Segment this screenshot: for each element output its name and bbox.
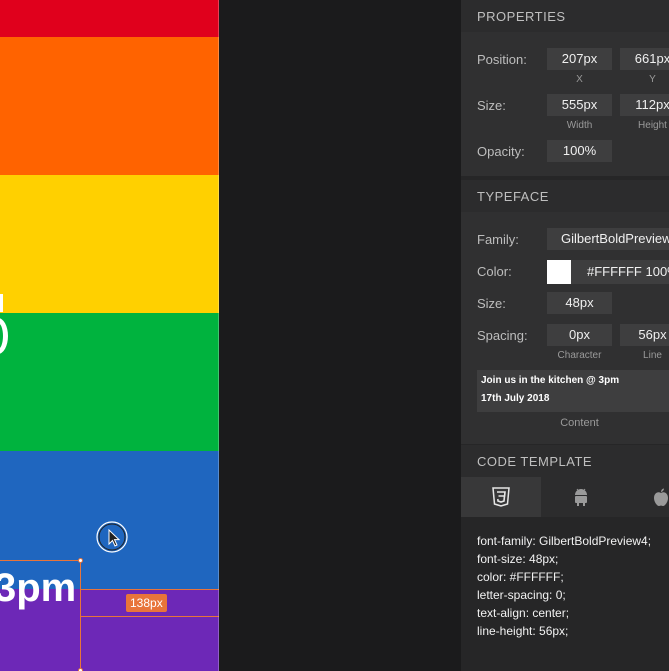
position-y-field[interactable]: 661px [620,48,669,70]
apple-icon [654,488,668,506]
position-y-caption: Y [649,74,656,85]
color-swatch[interactable] [547,260,571,284]
family-field[interactable]: GilbertBoldPreview4 [547,228,669,250]
family-label: Family: [477,232,519,247]
typeface-header[interactable]: TYPEFACE [461,180,669,212]
properties-header[interactable]: PROPERTIES [461,0,669,32]
content-textarea[interactable]: Join us in the kitchen @ 3pm 17th July 2… [477,370,669,412]
code-line: letter-spacing: 0; [477,588,566,602]
position-x-caption: X [576,74,583,85]
typeface-title: TYPEFACE [477,189,549,204]
content-caption: Content [560,417,599,429]
color-field[interactable]: #FFFFFF 100% [571,260,669,284]
font-size-field[interactable]: 48px [547,292,612,314]
size-label: Size: [477,98,506,113]
design-canvas[interactable]: 3pm 138px [0,0,219,671]
character-caption: Character [557,350,602,361]
code-template-header[interactable]: CODE TEMPLATE [461,445,669,477]
opacity-label: Opacity: [477,144,525,159]
code-template-title: CODE TEMPLATE [477,454,593,469]
code-line: line-height: 56px; [477,624,569,638]
position-label: Position: [477,52,527,67]
font-size-label: Size: [477,296,506,311]
opacity-field[interactable]: 100% [547,140,612,162]
properties-title: PROPERTIES [477,9,566,24]
android-icon [575,488,587,506]
stripe-red [0,0,219,37]
stripe-yellow [0,175,219,313]
code-line: font-family: GilbertBoldPreview4; [477,534,652,548]
cursor-icon [96,521,128,553]
text-fragment [0,294,3,312]
measure-badge: 138px [126,594,167,612]
stripe-orange [0,37,219,175]
code-snippet: font-family: GilbertBoldPreview4; font-s… [477,532,651,640]
css3-icon [492,487,510,507]
measure-line [81,589,219,590]
tab-ios[interactable] [621,477,669,517]
position-x-field[interactable]: 207px [547,48,612,70]
line-caption: Line [643,350,662,361]
height-field[interactable]: 112px [620,94,669,116]
line-spacing-field[interactable]: 56px [620,324,669,346]
tab-android[interactable] [541,477,621,517]
height-caption: Height [638,120,667,131]
inspector-panel: PROPERTIES Position: 207px X 661px Y Siz… [461,0,669,671]
resize-handle-top-right[interactable] [78,558,83,563]
width-caption: Width [566,120,593,131]
code-line: color: #FFFFFF; [477,570,564,584]
workspace-background [219,0,461,671]
color-label: Color: [477,264,512,279]
measure-line [81,616,219,617]
code-line: text-align: center; [477,606,570,620]
code-line: font-size: 48px; [477,552,559,566]
tab-css[interactable] [461,477,541,517]
stripe-green [0,313,219,451]
selected-text: 3pm [0,566,77,610]
spacing-label: Spacing: [477,328,528,343]
character-spacing-field[interactable]: 0px [547,324,612,346]
code-tabs [461,477,669,517]
width-field[interactable]: 555px [547,94,612,116]
